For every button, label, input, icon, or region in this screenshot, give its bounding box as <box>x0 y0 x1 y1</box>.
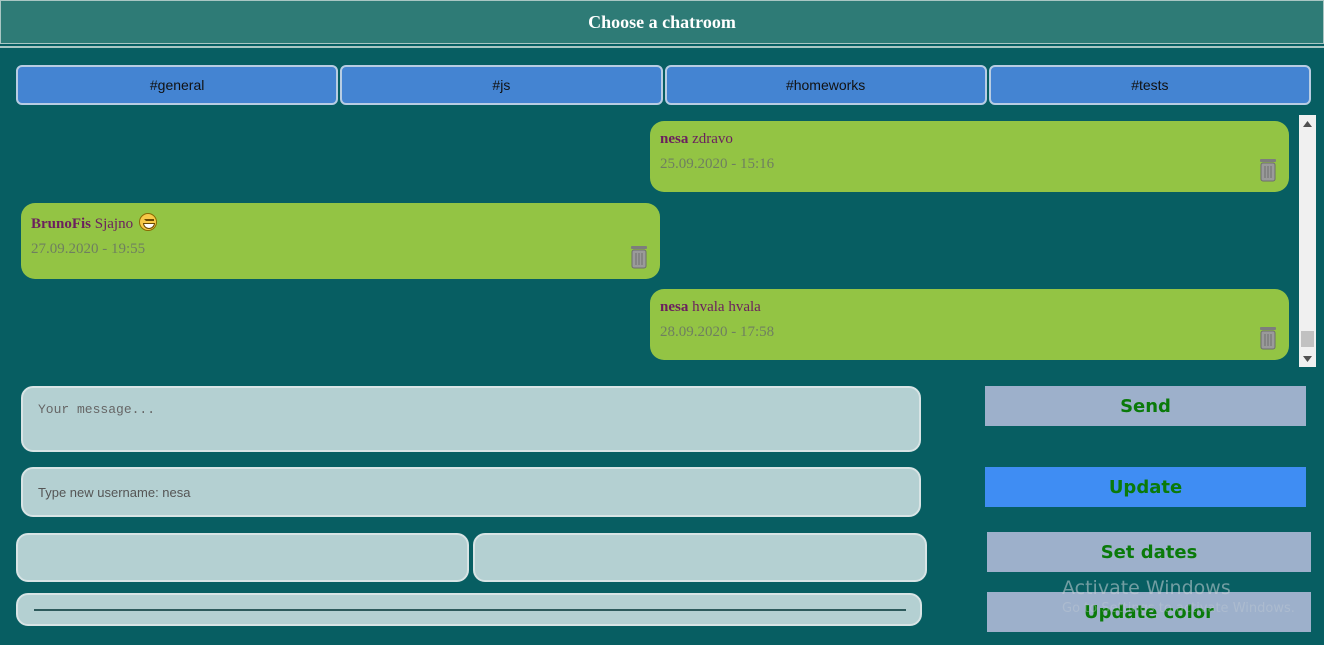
update-username-button[interactable]: Update <box>985 467 1306 507</box>
send-button[interactable]: Send <box>985 386 1306 426</box>
page-title: Choose a chatroom <box>588 11 736 32</box>
message-text: zdravo <box>692 131 733 147</box>
message-date: 27.09.2020 - 19:55 <box>31 241 146 257</box>
set-dates-button[interactable]: Set dates <box>987 532 1311 572</box>
message-username: nesa <box>660 299 689 315</box>
grinning-face-icon <box>138 213 157 231</box>
trash-icon[interactable] <box>630 245 648 269</box>
scroll-down-icon[interactable] <box>1299 350 1316 367</box>
message-date: 28.09.2020 - 17:58 <box>660 324 775 340</box>
room-button-homeworks[interactable]: #homeworks <box>664 65 987 105</box>
date-to-input[interactable] <box>473 533 927 582</box>
message-text: Sjajno <box>94 216 134 232</box>
message-bubble: nesa zdravo 25.09.2020 - 15:16 <box>650 121 1289 192</box>
room-tabs: #general #js #homeworks #tests <box>16 65 1311 105</box>
date-from-input[interactable] <box>16 533 469 582</box>
message-scrollbar[interactable] <box>1299 115 1316 367</box>
room-button-tests[interactable]: #tests <box>988 65 1311 105</box>
scroll-thumb[interactable] <box>1301 331 1314 347</box>
message-date: 25.09.2020 - 15:16 <box>660 156 775 172</box>
message-username: BrunoFis <box>31 216 92 232</box>
chatroom-header: Choose a chatroom <box>0 0 1324 44</box>
message-bubble: BrunoFis Sjajno 27.09.2020 - 19:55 <box>21 203 660 279</box>
color-picker[interactable] <box>16 593 922 626</box>
room-button-general[interactable]: #general <box>16 65 339 105</box>
header-divider <box>0 46 1324 48</box>
trash-icon[interactable] <box>1259 158 1277 182</box>
message-input[interactable] <box>21 386 921 452</box>
update-color-button[interactable]: Update color <box>987 592 1311 632</box>
color-swatch <box>34 609 906 611</box>
username-input[interactable] <box>21 467 921 517</box>
scroll-up-icon[interactable] <box>1299 115 1316 132</box>
message-username: nesa <box>660 131 689 147</box>
message-text: hvala hvala <box>692 299 761 315</box>
message-bubble: nesa hvala hvala 28.09.2020 - 17:58 <box>650 289 1289 360</box>
message-list: nesa zdravo 25.09.2020 - 15:16 BrunoFis … <box>16 115 1298 368</box>
trash-icon[interactable] <box>1259 326 1277 350</box>
room-button-js[interactable]: #js <box>340 65 663 105</box>
